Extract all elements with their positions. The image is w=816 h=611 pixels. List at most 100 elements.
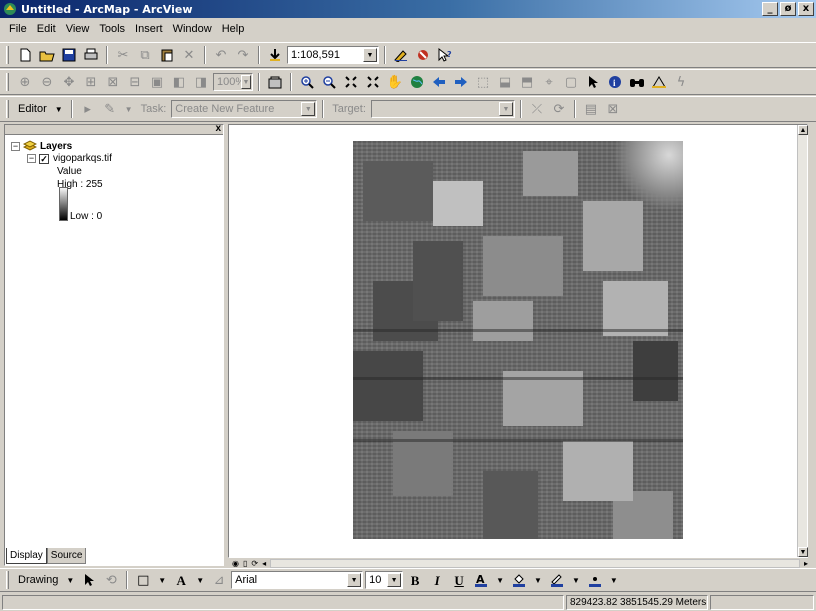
minimize-button[interactable]: _ [762,2,778,16]
menu-insert[interactable]: Insert [130,22,168,36]
layer-row-vigoparkqs[interactable]: − ✓ vigoparkqs.tif [27,153,112,164]
close-icon[interactable]: x [215,123,221,134]
clear-selection-icon[interactable]: ⬓ [495,72,515,92]
select-elements-arrow-icon[interactable] [79,570,99,590]
fixed-zoom-out-icon[interactable] [363,72,383,92]
attributes-icon[interactable]: ▤ [581,99,601,119]
toolbar-grip[interactable] [6,46,9,64]
tab-source[interactable]: Source [46,548,87,564]
zoom-in-icon[interactable] [297,72,317,92]
scroll-down-icon[interactable]: ▼ [798,547,808,557]
rotate-icon[interactable]: ⟲ [101,570,121,590]
full-extent-globe-icon[interactable] [407,72,427,92]
collapse-icon[interactable]: − [11,142,20,151]
line-color-pen-icon[interactable] [547,570,567,590]
print-icon[interactable] [81,45,101,65]
chevron-down-icon[interactable]: ▼ [607,576,621,585]
toggle-draft-mode-icon[interactable] [265,72,285,92]
layout-pan-icon[interactable]: ✥ [59,72,79,92]
menu-file[interactable]: File [4,22,32,36]
pan-hand-icon[interactable]: ✋ [385,72,405,92]
font-name-combo[interactable]: Arial ▼ [231,571,364,589]
find-binoculars-icon[interactable] [627,72,647,92]
menu-edit[interactable]: Edit [32,22,61,36]
delete-icon[interactable]: ✕ [179,45,199,65]
redo-icon[interactable]: ↷ [233,45,253,65]
fill-color-bucket-icon[interactable] [509,570,529,590]
next-extent-icon[interactable] [451,72,471,92]
layout-full-extent-icon[interactable]: ⊞ [81,72,101,92]
vertical-scrollbar[interactable]: ▲ ▼ [797,125,808,557]
add-data-icon[interactable] [265,45,285,65]
layout-zoom-whole-page-icon[interactable]: ▣ [147,72,167,92]
chevron-down-icon[interactable]: ▼ [347,573,362,587]
refresh-icon[interactable]: ⟳ [251,559,258,568]
maximize-button[interactable]: ø [780,2,796,16]
chevron-down-icon[interactable]: ▼ [493,576,507,585]
chevron-down-icon[interactable]: ▼ [52,105,66,114]
sketch-pencil-icon[interactable]: ✎ [100,99,120,119]
chevron-down-icon[interactable]: ▼ [531,576,545,585]
chevron-down-icon[interactable]: ▼ [387,573,402,587]
italic-button[interactable]: I [427,570,447,590]
menu-tools[interactable]: Tools [94,22,130,36]
whats-this-help-icon[interactable]: ? [435,45,455,65]
layout-fixed-zoom-out-icon[interactable]: ⊟ [125,72,145,92]
layer-extent-icon[interactable]: ▢ [561,72,581,92]
layout-zoom-in-icon[interactable]: ⊕ [15,72,35,92]
zoom-out-icon[interactable] [319,72,339,92]
chevron-down-icon[interactable]: ▼ [498,102,513,116]
chevron-down-icon[interactable]: ▼ [193,576,207,585]
previous-extent-icon[interactable] [429,72,449,92]
data-view-icon[interactable]: ◉ [232,559,239,568]
edit-tool-arrow-icon[interactable]: ▸ [78,99,98,119]
undo-icon[interactable]: ↶ [211,45,231,65]
horizontal-scrollbar[interactable] [270,558,800,568]
marker-color-icon[interactable] [585,570,605,590]
chevron-down-icon[interactable]: ▼ [122,105,136,114]
hyperlink-lightning-icon[interactable]: ϟ [671,72,691,92]
chevron-down-icon[interactable]: ▼ [155,576,169,585]
new-rectangle-icon[interactable]: □ [133,570,153,590]
menu-view[interactable]: View [61,22,95,36]
open-folder-icon[interactable] [37,45,57,65]
paste-icon[interactable] [157,45,177,65]
toolbar-grip[interactable] [6,100,9,118]
fixed-zoom-in-icon[interactable] [341,72,361,92]
select-features-icon[interactable]: ⬚ [473,72,493,92]
layout-previous-extent-icon[interactable]: ◧ [169,72,189,92]
select-elements-icon[interactable]: ⬒ [517,72,537,92]
layer-visibility-checkbox[interactable]: ✓ [39,153,49,164]
target-combo[interactable]: ▼ [370,100,515,118]
copy-icon[interactable]: ⧉ [135,45,155,65]
new-text-icon[interactable]: A [171,570,191,590]
new-document-icon[interactable] [15,45,35,65]
layout-fixed-zoom-in-icon[interactable]: ⊠ [103,72,123,92]
layout-next-extent-icon[interactable]: ◨ [191,72,211,92]
zoom-percent-combo[interactable]: 100% ▼ [213,73,253,91]
map-scale-combo[interactable]: 1:108,591 ▼ [287,46,379,64]
rotate-tool-icon[interactable]: ⟳ [549,99,569,119]
layout-view-icon[interactable]: ▯ [243,559,247,568]
bold-button[interactable]: B [405,570,425,590]
editor-toolbar-icon[interactable] [391,45,411,65]
sketch-properties-icon[interactable]: ⊠ [603,99,623,119]
toolbar-grip[interactable] [6,73,9,91]
chevron-down-icon[interactable]: ▼ [63,576,77,585]
chevron-down-icon[interactable]: ▼ [301,102,316,116]
drawing-menu-button[interactable]: Drawing [15,574,61,586]
go-to-xy-icon[interactable]: ⌖ [539,72,559,92]
toolbar-grip[interactable] [6,571,9,589]
scroll-up-icon[interactable]: ▲ [798,125,808,135]
chevron-down-icon[interactable]: ▼ [241,75,251,89]
scroll-right-icon[interactable]: ▸ [804,559,808,568]
font-color-icon[interactable]: A [471,570,491,590]
save-icon[interactable] [59,45,79,65]
chevron-down-icon[interactable]: ▼ [569,576,583,585]
chevron-down-icon[interactable]: ▼ [363,48,377,62]
editor-menu-button[interactable]: Editor [15,103,50,115]
measure-icon[interactable] [649,72,669,92]
map-display[interactable]: ▲ ▼ [228,124,808,558]
layout-zoom-out-icon[interactable]: ⊖ [37,72,57,92]
cut-icon[interactable]: ✂ [113,45,133,65]
